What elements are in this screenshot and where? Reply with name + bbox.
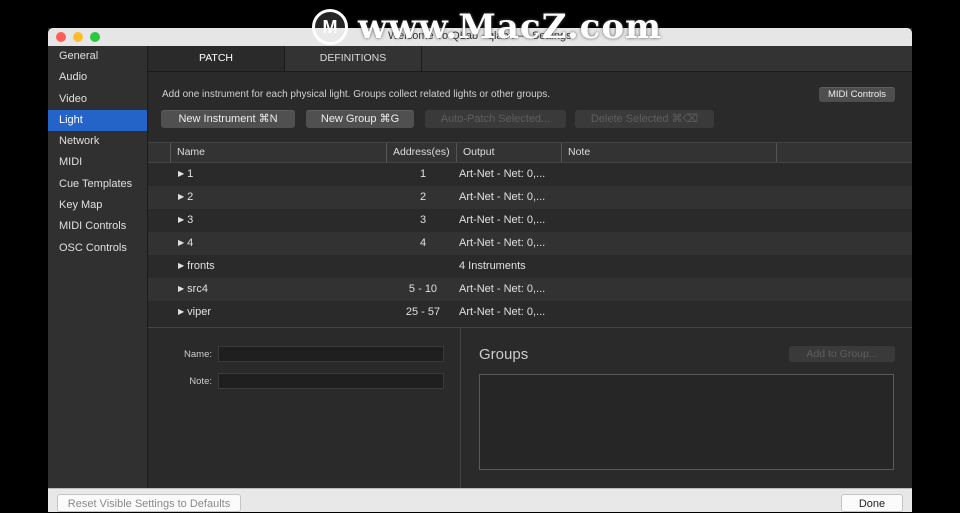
table-row[interactable]: ▶ 4 4 Art-Net - Net: 0,...: [148, 232, 912, 255]
column-disclosure: [148, 143, 171, 162]
add-to-group-button[interactable]: Add to Group...: [789, 346, 895, 362]
delete-selected-button[interactable]: Delete Selected ⌘⌫: [575, 110, 714, 128]
sidebar-item-general[interactable]: General: [48, 46, 147, 67]
auto-patch-selected-button[interactable]: Auto-Patch Selected...: [425, 110, 566, 128]
watermark-text: www.MacZ.com: [358, 7, 663, 47]
row-address: 2: [419, 191, 427, 203]
detail-panel: Name: Note: Groups Add to Group...: [148, 327, 912, 489]
minimize-window-button[interactable]: [73, 32, 83, 42]
name-field[interactable]: [218, 346, 444, 362]
row-name: 2: [187, 191, 194, 203]
row-output: Art-Net - Net: 0,...: [459, 237, 546, 249]
row-output: Art-Net - Net: 0,...: [459, 214, 546, 226]
note-label: Note:: [189, 376, 212, 387]
macz-logo-icon: M: [312, 9, 348, 45]
sidebar-item-audio[interactable]: Audio: [48, 67, 147, 88]
table-row[interactable]: ▶ 2 2 Art-Net - Net: 0,...: [148, 186, 912, 209]
column-header-addresses[interactable]: Address(es): [387, 143, 457, 162]
tab-patch[interactable]: PATCH: [148, 46, 284, 71]
row-name: 3: [187, 214, 194, 226]
row-output: Art-Net - Net: 0,...: [459, 306, 546, 318]
light-settings-panel: PATCH DEFINITIONS Add one instrument for…: [148, 46, 912, 489]
sidebar-item-midi[interactable]: MIDI: [48, 152, 147, 173]
disclosure-triangle-icon[interactable]: ▶: [178, 284, 184, 293]
groups-list[interactable]: [479, 374, 894, 470]
row-name: 1: [187, 168, 194, 180]
sidebar-item-key-map[interactable]: Key Map: [48, 195, 147, 216]
disclosure-triangle-icon[interactable]: ▶: [178, 238, 184, 247]
table-row[interactable]: ▶ 1 1 Art-Net - Net: 0,...: [148, 163, 912, 186]
row-address: 1: [419, 168, 427, 180]
row-address: 4: [419, 237, 427, 249]
row-address: 3: [419, 214, 427, 226]
sidebar-item-network[interactable]: Network: [48, 131, 147, 152]
row-name: 4: [187, 237, 194, 249]
row-name: fronts: [187, 260, 215, 272]
midi-controls-button[interactable]: MIDI Controls: [819, 87, 895, 102]
footer-bar: Reset Visible Settings to Defaults Done: [48, 488, 912, 512]
table-row[interactable]: ▶ viper 25 - 57 Art-Net - Net: 0,...: [148, 301, 912, 324]
reset-defaults-button[interactable]: Reset Visible Settings to Defaults: [57, 494, 241, 512]
table-header: Name Address(es) Output Note: [148, 142, 912, 163]
groups-title: Groups: [479, 346, 529, 363]
close-window-button[interactable]: [56, 32, 66, 42]
patch-hint-text: Add one instrument for each physical lig…: [162, 89, 550, 100]
row-name: src4: [187, 283, 208, 295]
disclosure-triangle-icon[interactable]: ▶: [178, 169, 184, 178]
settings-window: Welcome To QLab - qlab4 — Settings Gener…: [48, 28, 912, 512]
row-name: viper: [187, 306, 211, 318]
disclosure-triangle-icon[interactable]: ▶: [178, 307, 184, 316]
disclosure-triangle-icon[interactable]: ▶: [178, 192, 184, 201]
row-output: 4 Instruments: [459, 260, 526, 272]
column-header-name[interactable]: Name: [171, 143, 387, 162]
watermark: M www.MacZ.com: [312, 6, 662, 48]
row-output: Art-Net - Net: 0,...: [459, 168, 546, 180]
new-group-button[interactable]: New Group ⌘G: [306, 110, 414, 128]
sidebar-item-video[interactable]: Video: [48, 89, 147, 110]
disclosure-triangle-icon[interactable]: ▶: [178, 215, 184, 224]
sidebar-item-cue-templates[interactable]: Cue Templates: [48, 174, 147, 195]
new-instrument-button[interactable]: New Instrument ⌘N: [161, 110, 295, 128]
zoom-window-button[interactable]: [90, 32, 100, 42]
settings-sidebar: General Audio Video Light Network MIDI C…: [48, 46, 148, 488]
patch-table: Name Address(es) Output Note ▶ 1 1 Art-Ne…: [148, 142, 912, 324]
sidebar-item-osc-controls[interactable]: OSC Controls: [48, 238, 147, 259]
row-address: 5 - 10: [408, 283, 438, 295]
panel-divider: [460, 328, 461, 489]
table-row[interactable]: ▶ 3 3 Art-Net - Net: 0,...: [148, 209, 912, 232]
tab-bar: PATCH DEFINITIONS: [148, 46, 912, 72]
sidebar-item-midi-controls[interactable]: MIDI Controls: [48, 216, 147, 237]
note-field[interactable]: [218, 373, 444, 389]
sidebar-item-light[interactable]: Light: [48, 109, 147, 132]
disclosure-triangle-icon[interactable]: ▶: [178, 261, 184, 270]
table-row[interactable]: ▶ src4 5 - 10 Art-Net - Net: 0,...: [148, 278, 912, 301]
done-button[interactable]: Done: [841, 494, 903, 512]
name-label: Name:: [184, 349, 212, 360]
row-output: Art-Net - Net: 0,...: [459, 191, 546, 203]
row-output: Art-Net - Net: 0,...: [459, 283, 546, 295]
row-address: 25 - 57: [405, 306, 441, 318]
table-row[interactable]: ▶ fronts 4 Instruments: [148, 255, 912, 278]
column-header-output[interactable]: Output: [457, 143, 562, 162]
tab-definitions[interactable]: DEFINITIONS: [285, 46, 421, 71]
column-header-note[interactable]: Note: [562, 143, 777, 162]
